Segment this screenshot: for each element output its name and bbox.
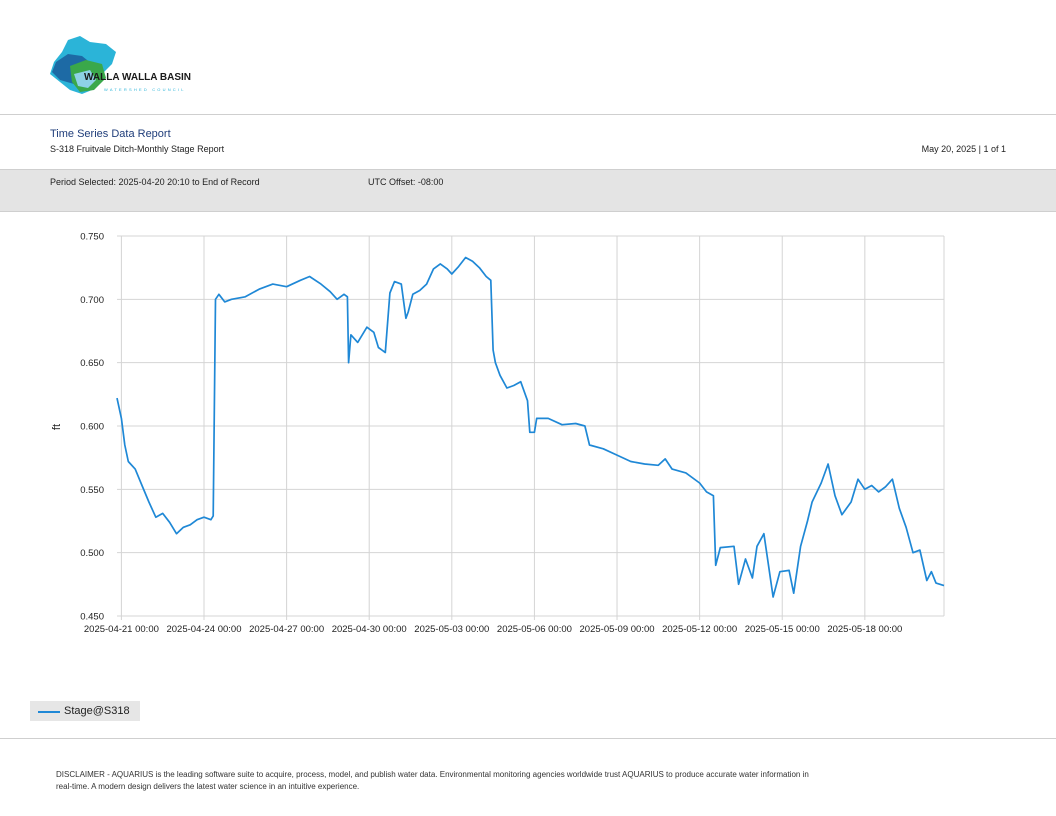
legend-label: Stage@S318 xyxy=(64,705,130,717)
y-tick-label: 0.450 xyxy=(80,612,104,623)
y-tick-label: 0.650 xyxy=(80,358,104,369)
report-date-page: May 20, 2025 | 1 of 1 xyxy=(921,144,1006,154)
y-tick-label: 0.550 xyxy=(80,485,104,496)
logo-title: WALLA WALLA BASIN xyxy=(84,72,191,83)
utc-offset: UTC Offset: -08:00 xyxy=(368,177,444,187)
chart-legend: Stage@S318 xyxy=(30,701,140,721)
period-band xyxy=(0,169,1056,212)
disclaimer-text: DISCLAIMER - AQUARIUS is the leading sof… xyxy=(56,770,809,791)
y-tick-label: 0.700 xyxy=(80,295,104,306)
x-tick-label: 2025-05-09 00:00 xyxy=(580,624,655,635)
watershed-council-logo: WALLA WALLA BASIN WATERSHED COUNCIL xyxy=(46,34,206,98)
x-tick-label: 2025-04-21 00:00 xyxy=(84,624,159,635)
y-tick-label: 0.600 xyxy=(80,422,104,433)
logo-graphic: WALLA WALLA BASIN WATERSHED COUNCIL xyxy=(50,36,191,94)
y-axis-ticks: 0.450 0.500 0.550 0.600 0.650 0.700 0.750 xyxy=(80,232,104,623)
legend-swatch xyxy=(38,711,60,713)
report-subtitle: S-318 Fruitvale Ditch-Monthly Stage Repo… xyxy=(50,144,225,154)
x-tick-label: 2025-05-03 00:00 xyxy=(414,624,489,635)
x-axis-ticks: 2025-04-21 00:00 2025-04-24 00:00 2025-04-… xyxy=(84,624,902,635)
report-title: Time Series Data Report xyxy=(50,128,171,140)
x-tick-label: 2025-05-15 00:00 xyxy=(745,624,820,635)
header-divider xyxy=(0,114,1056,115)
x-tick-label: 2025-04-30 00:00 xyxy=(332,624,407,635)
x-tick-label: 2025-04-27 00:00 xyxy=(249,624,324,635)
x-tick-label: 2025-04-24 00:00 xyxy=(166,624,241,635)
y-tick-label: 0.500 xyxy=(80,548,104,559)
y-tick-label: 0.750 xyxy=(80,232,104,243)
stage-chart: 0.450 0.500 0.550 0.600 0.650 0.700 0.750 2025… xyxy=(51,232,945,635)
series-line-stage xyxy=(116,256,945,598)
period-selected: Period Selected: 2025-04-20 20:10 to End… xyxy=(50,177,260,187)
x-tick-label: 2025-05-18 00:00 xyxy=(827,624,902,635)
footer-divider xyxy=(0,738,1056,739)
chart-grid xyxy=(117,235,945,620)
logo-subtitle: WATERSHED COUNCIL xyxy=(104,87,186,92)
x-tick-label: 2025-05-12 00:00 xyxy=(662,624,737,635)
y-axis-label: ft xyxy=(51,424,63,430)
x-tick-label: 2025-05-06 00:00 xyxy=(497,624,572,635)
